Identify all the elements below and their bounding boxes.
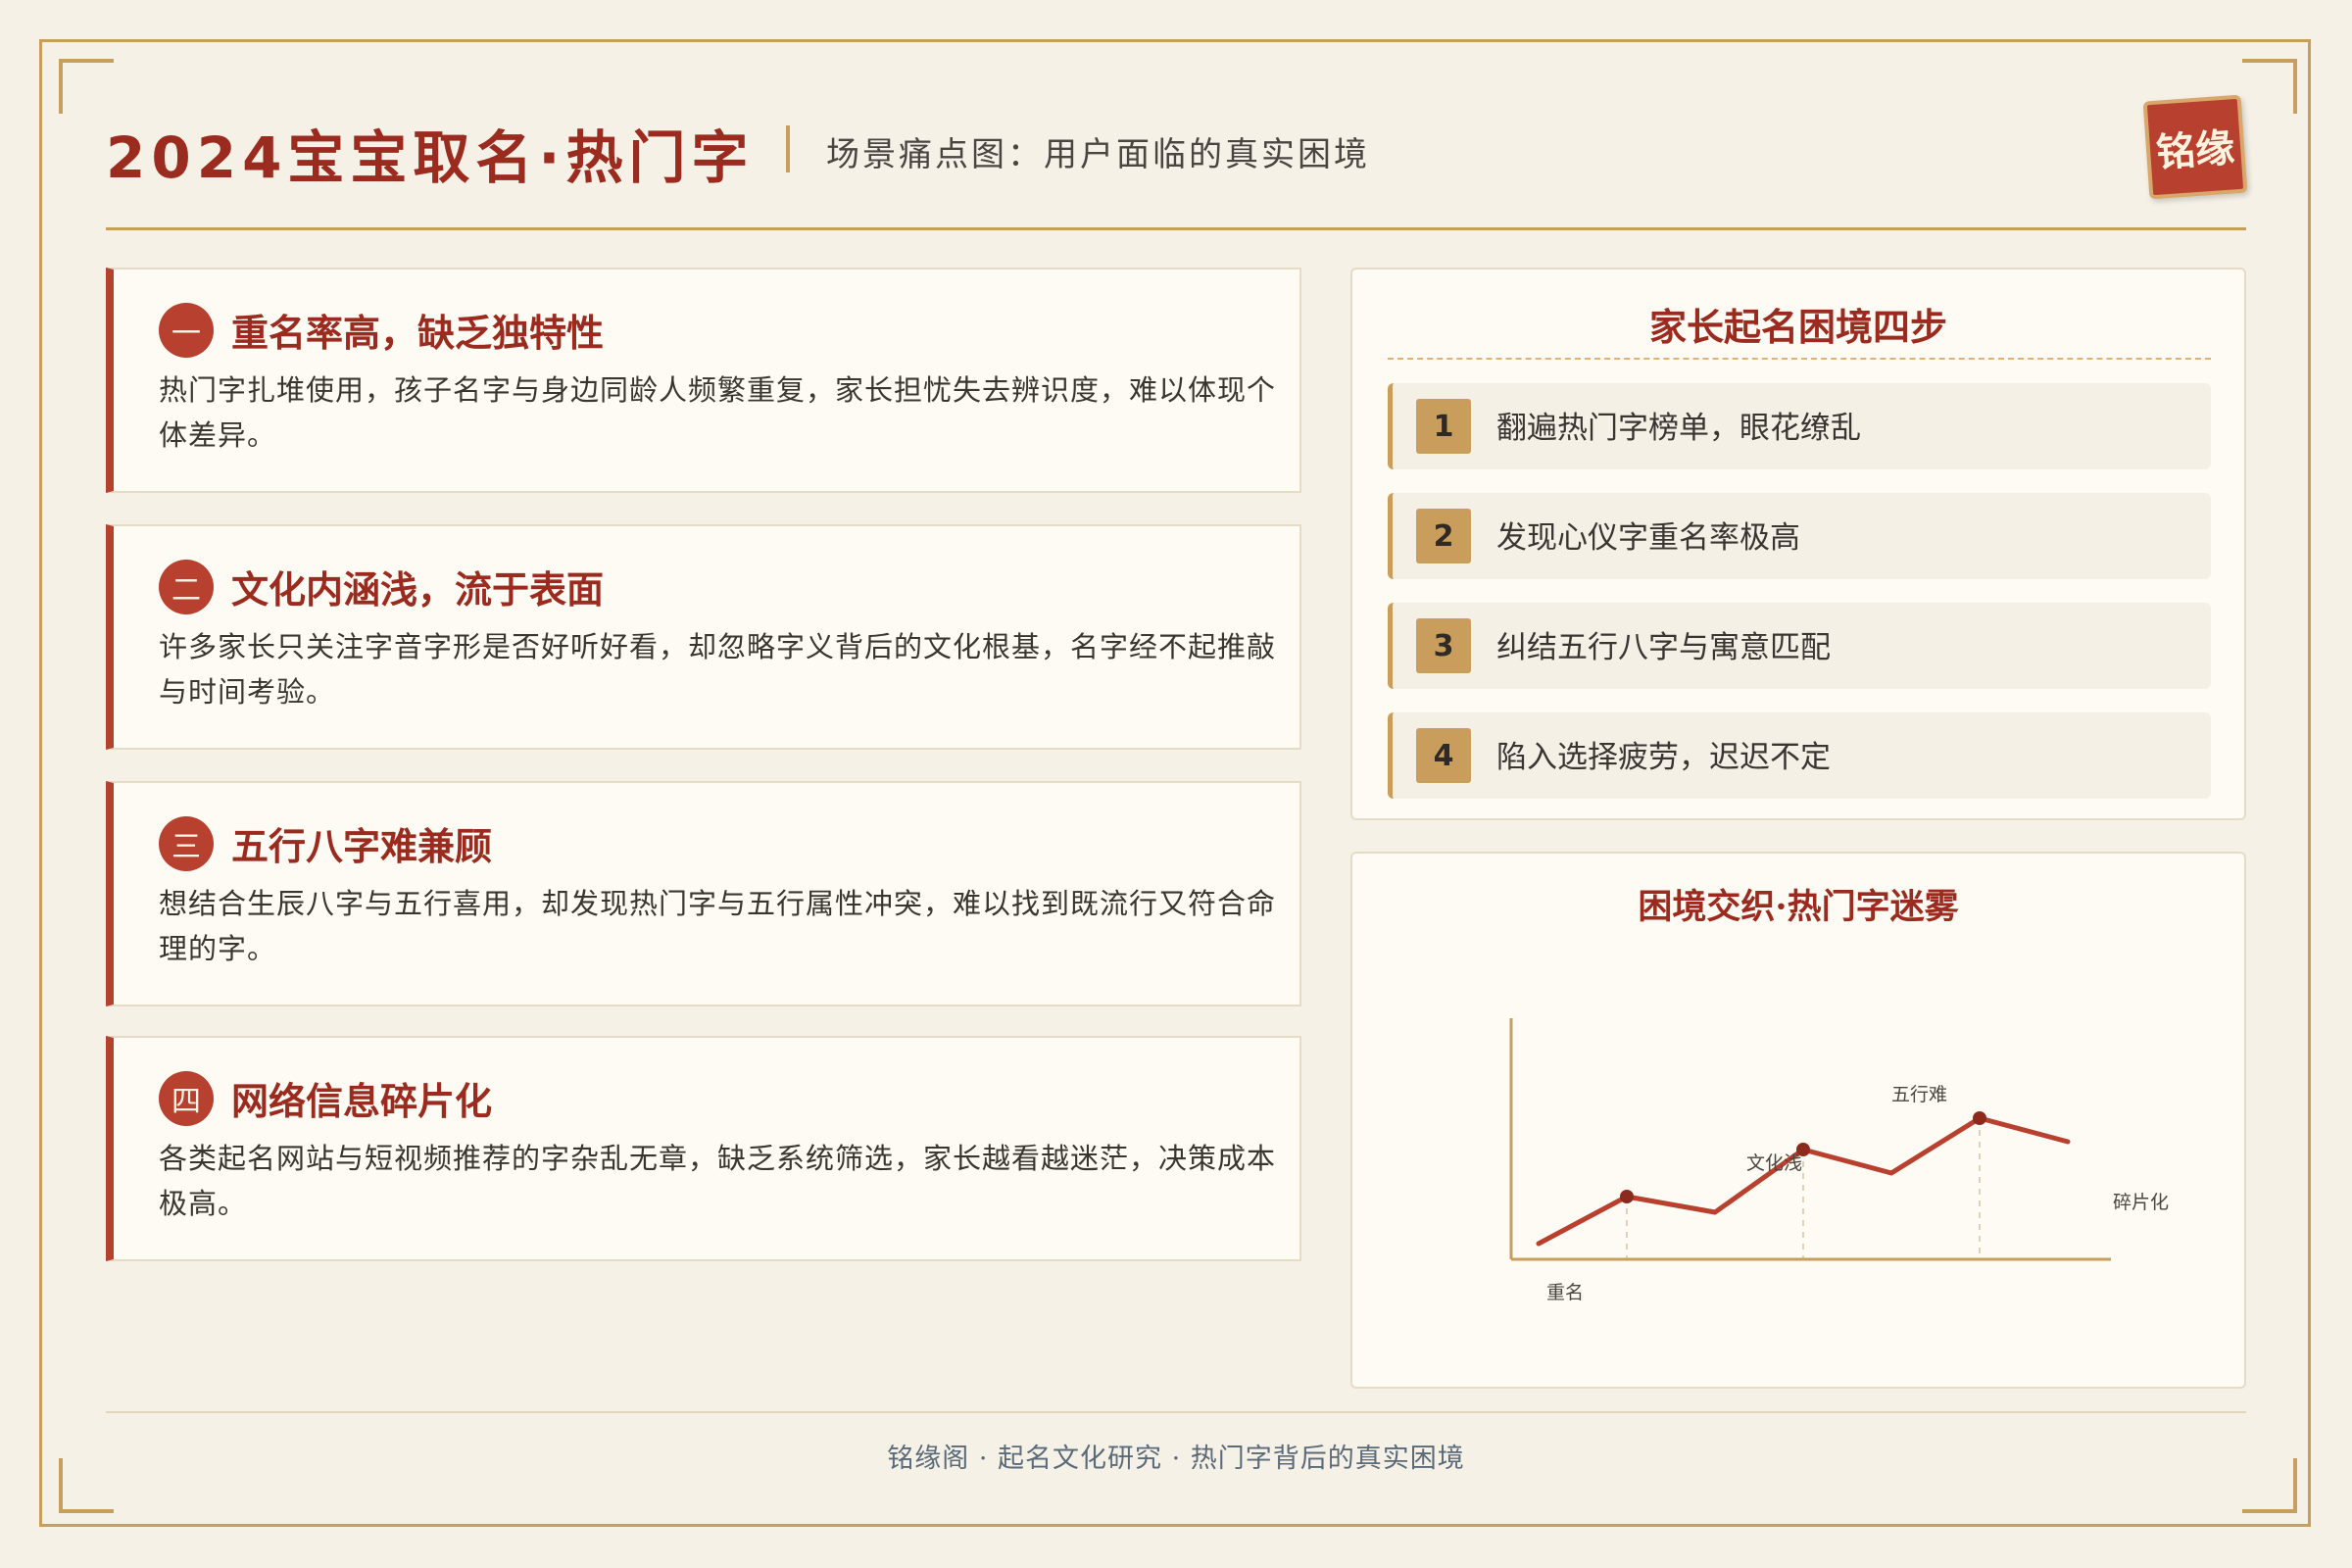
step-number: 2 [1416, 509, 1471, 564]
pain-point-card: 一 重名率高，缺乏独特性 热门字扎堆使用，孩子名字与身边同龄人频繁重复，家长担忧… [106, 268, 1301, 493]
step-item: 2 发现心仪字重名率极高 [1388, 493, 2211, 579]
card-body: 许多家长只关注字音字形是否好听好看，却忽略字义背后的文化根基，名字经不起推敲与时… [159, 630, 1277, 709]
card-title: 重名率高，缺乏独特性 [231, 311, 605, 355]
page-title: 2024宝宝取名·热门字 [106, 124, 755, 191]
page-subtitle: 场景痛点图：用户面临的真实困境 [826, 135, 1370, 174]
card-title: 文化内涵浅，流于表面 [231, 567, 605, 612]
footer-divider [106, 1411, 2246, 1413]
pain-point-card: 二 文化内涵浅，流于表面 许多家长只关注字音字形是否好听好看，却忽略字义背后的文… [106, 524, 1301, 750]
line-chart: 重名 文化浅 五行难碎片化 [1509, 1018, 2169, 1303]
dashed-divider [1388, 358, 2211, 360]
corner-ornament-top-right [2242, 59, 2297, 114]
card-body: 想结合生辰八字与五行喜用，却发现热门字与五行属性冲突，难以找到既流行又符合命理的… [159, 887, 1277, 965]
step-item: 1 翻遍热门字榜单，眼花缭乱 [1388, 383, 2211, 469]
card-title: 网络信息碎片化 [231, 1079, 493, 1123]
pain-point-card: 三 五行八字难兼顾 想结合生辰八字与五行喜用，却发现热门字与五行属性冲突，难以找… [106, 781, 1301, 1006]
pain-point-card: 四 网络信息碎片化 各类起名网站与短视频推荐的字杂乱无章，缺乏系统筛选，家长越看… [106, 1036, 1301, 1261]
seal-stamp: 铭缘 [2142, 94, 2248, 200]
step-number: 1 [1416, 399, 1471, 454]
card-number-badge: 一 [159, 303, 214, 358]
step-item: 4 陷入选择疲劳，迟迟不定 [1388, 712, 2211, 799]
step-item: 3 纠结五行八字与寓意匹配 [1388, 603, 2211, 689]
card-body: 各类起名网站与短视频推荐的字杂乱无章，缺乏系统筛选，家长越看越迷茫，决策成本极高… [159, 1142, 1277, 1220]
card-body: 热门字扎堆使用，孩子名字与身边同龄人频繁重复，家长担忧失去辨识度，难以体现个体差… [159, 373, 1277, 452]
data-label: 重名 [1546, 1282, 1584, 1303]
data-point [1973, 1111, 1986, 1125]
step-text: 翻遍热门字榜单，眼花缭乱 [1496, 411, 1861, 446]
data-label: 碎片化 [2113, 1192, 2169, 1213]
steps-panel-title: 家长起名困境四步 [1648, 305, 1947, 349]
card-number-badge: 四 [159, 1071, 214, 1126]
data-label: 文化浅 [1746, 1152, 1802, 1174]
card-number-badge: 三 [159, 816, 214, 871]
footer-text: 铭缘阁 · 起名文化研究 · 热门字背后的真实困境 [887, 1444, 1465, 1474]
step-text: 纠结五行八字与寓意匹配 [1496, 630, 1831, 665]
header: 2024宝宝取名·热门字 场景痛点图：用户面临的真实困境 铭缘 [106, 94, 2248, 225]
step-number: 4 [1416, 728, 1471, 783]
data-label: 五行难 [1891, 1084, 1947, 1105]
step-text: 发现心仪字重名率极高 [1496, 520, 1800, 556]
chart-panel: 困境交织·热门字迷雾 重名 文化浅 五行难 碎片化 [1350, 852, 2246, 1389]
data-point [1620, 1190, 1634, 1203]
steps-panel: 家长起名困境四步 1 翻遍热门字榜单，眼花缭乱 2 发现心仪字重名率极高 3 纠… [1350, 268, 2246, 820]
header-divider [106, 227, 2246, 230]
step-number: 3 [1416, 618, 1471, 673]
step-text: 陷入选择疲劳，迟迟不定 [1496, 740, 1831, 775]
card-title: 五行八字难兼顾 [231, 824, 493, 868]
card-number-badge: 二 [159, 560, 214, 614]
title-separator [786, 125, 790, 172]
